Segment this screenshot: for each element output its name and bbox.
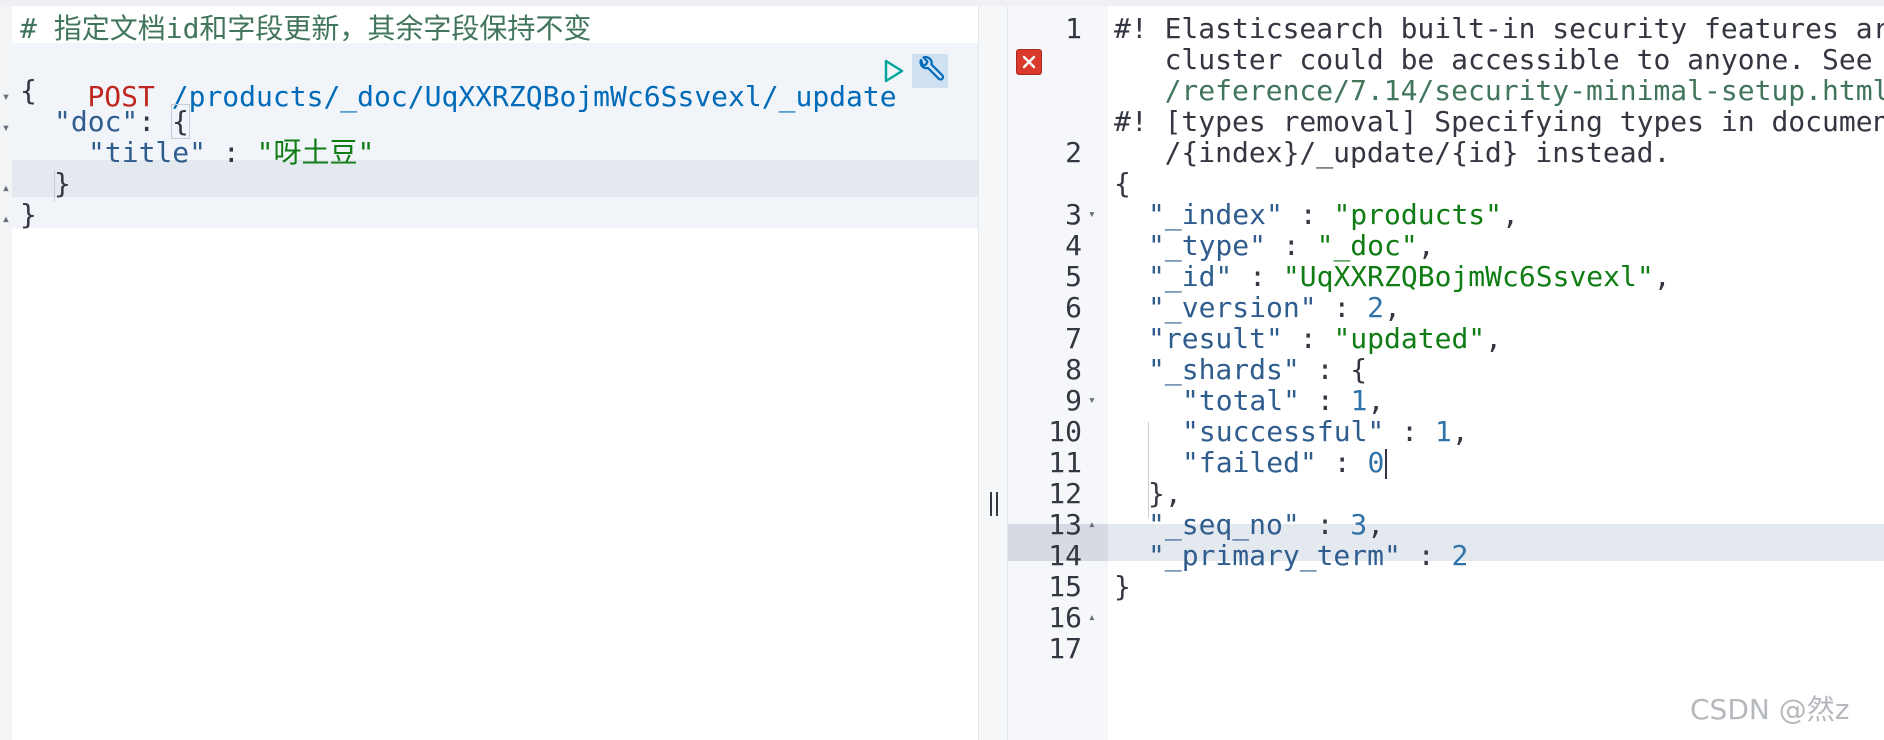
fold-arrow-icon[interactable]: ▴ bbox=[1088, 599, 1104, 636]
response-close-brace: } bbox=[1114, 570, 1131, 603]
body-close-brace: } bbox=[20, 198, 37, 231]
title-separator: : bbox=[206, 136, 257, 169]
doc-close-brace: } bbox=[54, 167, 71, 200]
line-number: 2 bbox=[1065, 136, 1082, 169]
fold-arrow-icon[interactable]: ▾ bbox=[1088, 196, 1104, 233]
response-field: "_primary_term" : 2 bbox=[1148, 539, 1469, 572]
panel-divider[interactable] bbox=[978, 6, 1008, 740]
warning-line: /{index}/_update/{id} instead. bbox=[1114, 136, 1671, 169]
fold-arrow-icon[interactable]: ▾ bbox=[1088, 382, 1104, 419]
line-number: 1 bbox=[1065, 12, 1082, 45]
response-field: "failed" : 0 bbox=[1182, 444, 1388, 481]
response-open-brace: { bbox=[1114, 167, 1131, 200]
play-icon bbox=[884, 59, 904, 83]
fold-arrow-icon[interactable]: ▴ bbox=[1088, 506, 1104, 543]
title-key: "title" bbox=[88, 136, 207, 169]
fold-arrow-icon[interactable]: ▾ bbox=[0, 110, 12, 147]
resize-handle-icon[interactable] bbox=[987, 492, 1001, 520]
wrench-icon bbox=[919, 56, 945, 81]
body-open-brace: { bbox=[20, 74, 37, 107]
watermark: CSDN @然z bbox=[1690, 693, 1850, 726]
fold-arrow-icon[interactable]: ▴ bbox=[0, 201, 12, 238]
request-editor[interactable]: # 指定文档id和字段更新，其余字段保持不变 POST /products/_d… bbox=[0, 6, 978, 740]
title-line: "title" : "呀土豆" bbox=[88, 134, 374, 171]
settings-button[interactable] bbox=[912, 54, 948, 88]
text-cursor bbox=[1385, 449, 1388, 479]
run-request-button[interactable] bbox=[880, 56, 908, 86]
response-viewer[interactable]: 1 2 3 4 5 6 7 8 9 10 11 12 13 14 15 16 1… bbox=[1008, 6, 1884, 740]
title-value: "呀土豆" bbox=[256, 136, 375, 169]
error-icon[interactable] bbox=[1016, 49, 1042, 75]
request-line[interactable]: POST /products/_doc/UqXXRZQBojmWc6Ssvexl… bbox=[20, 41, 896, 113]
line-number: 17 bbox=[1048, 632, 1082, 665]
request-url: /products/_doc/UqXXRZQBojmWc6Ssvexl/_upd… bbox=[171, 80, 897, 113]
